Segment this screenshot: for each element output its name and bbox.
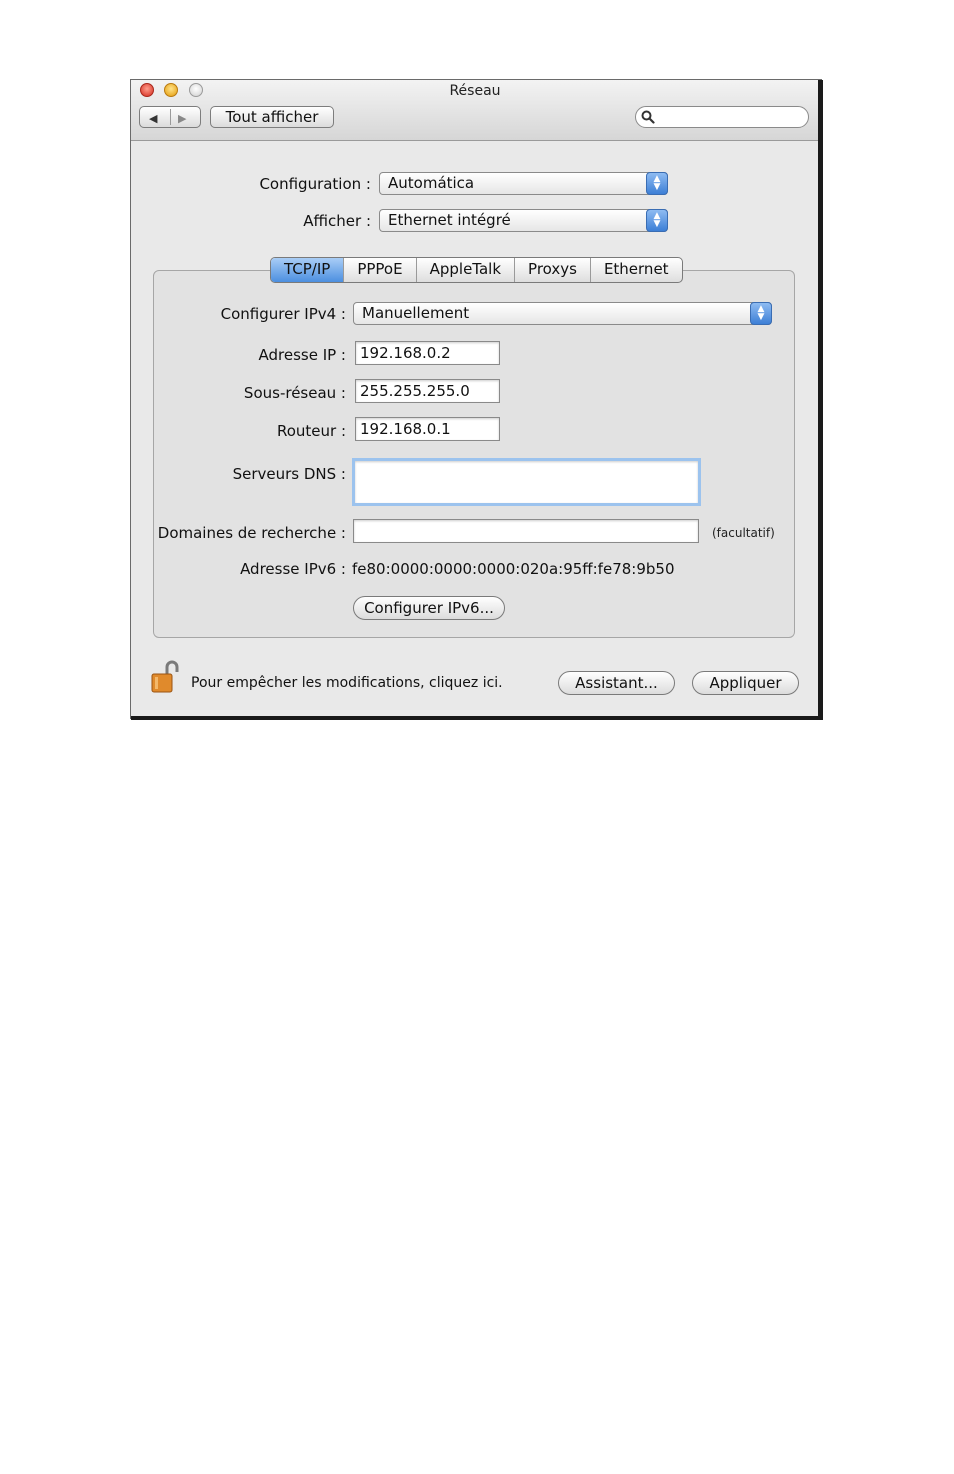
configuration-value: Automática — [388, 174, 475, 192]
assistant-button[interactable]: Assistant... — [558, 671, 675, 695]
search-icon — [641, 110, 655, 124]
popup-arrows-icon: ▲ ▼ — [646, 209, 668, 232]
show-all-button[interactable]: Tout afficher — [210, 106, 334, 128]
configure-ipv6-button[interactable]: Configurer IPv6... — [353, 596, 505, 620]
show-popup[interactable]: Ethernet intégré ▲ ▼ — [379, 209, 668, 232]
toolbar: Réseau ◀ ▶ Tout afficher — [131, 80, 819, 141]
ipv6-address-label: Adresse IPv6 : — [240, 560, 346, 578]
tab-ethernet[interactable]: Ethernet — [591, 258, 682, 282]
show-label: Afficher : — [303, 212, 371, 230]
window-title: Réseau — [449, 83, 501, 99]
network-preferences-window: Réseau ◀ ▶ Tout afficher Configuration :… — [130, 79, 822, 719]
configuration-label: Configuration : — [259, 175, 371, 193]
show-value: Ethernet intégré — [388, 211, 511, 229]
configure-ipv4-popup[interactable]: Manuellement ▲ ▼ — [353, 302, 772, 325]
back-forward-control[interactable]: ◀ ▶ — [139, 106, 201, 128]
tab-bar: TCP/IP PPPoE AppleTalk Proxys Ethernet — [270, 257, 683, 283]
configure-ipv4-value: Manuellement — [362, 304, 470, 322]
lock-icon[interactable] — [151, 660, 183, 694]
popup-arrows-icon: ▲ ▼ — [750, 302, 772, 325]
tab-tcpip[interactable]: TCP/IP — [271, 258, 345, 282]
window-shadow-bottom — [131, 716, 823, 720]
tab-pppoe[interactable]: PPPoE — [344, 258, 417, 282]
segment-divider — [170, 109, 171, 125]
search-domains-label: Domaines de recherche : — [157, 524, 346, 542]
subnet-field[interactable]: 255.255.255.0 — [355, 379, 500, 403]
dns-servers-label: Serveurs DNS : — [232, 465, 346, 483]
back-arrow-icon[interactable]: ◀ — [149, 109, 157, 129]
popup-arrows-icon: ▲ ▼ — [646, 172, 668, 195]
configure-ipv4-label: Configurer IPv4 : — [220, 305, 346, 323]
ip-address-field[interactable]: 192.168.0.2 — [355, 341, 500, 365]
lock-text[interactable]: Pour empêcher les modifications, cliquez… — [191, 675, 503, 691]
apply-button[interactable]: Appliquer — [692, 671, 799, 695]
tab-appletalk[interactable]: AppleTalk — [417, 258, 516, 282]
ipv6-address-value: fe80:0000:0000:0000:020a:95ff:fe78:9b50 — [352, 560, 675, 578]
search-input[interactable] — [635, 106, 809, 128]
window-shadow-right — [818, 80, 823, 720]
router-label: Routeur : — [276, 422, 346, 440]
configuration-popup[interactable]: Automática ▲ ▼ — [379, 172, 668, 195]
tab-panel: Configurer IPv4 : Manuellement ▲ ▼ Adress… — [153, 270, 795, 638]
optional-note: (facultatif) — [712, 526, 775, 540]
dns-servers-field[interactable] — [352, 458, 701, 506]
search-domains-field[interactable] — [353, 519, 699, 543]
ip-address-label: Adresse IP : — [258, 346, 346, 364]
subnet-label: Sous-réseau : — [243, 384, 346, 402]
tab-proxys[interactable]: Proxys — [515, 258, 591, 282]
router-field[interactable]: 192.168.0.1 — [355, 417, 500, 441]
forward-arrow-icon[interactable]: ▶ — [178, 109, 186, 129]
